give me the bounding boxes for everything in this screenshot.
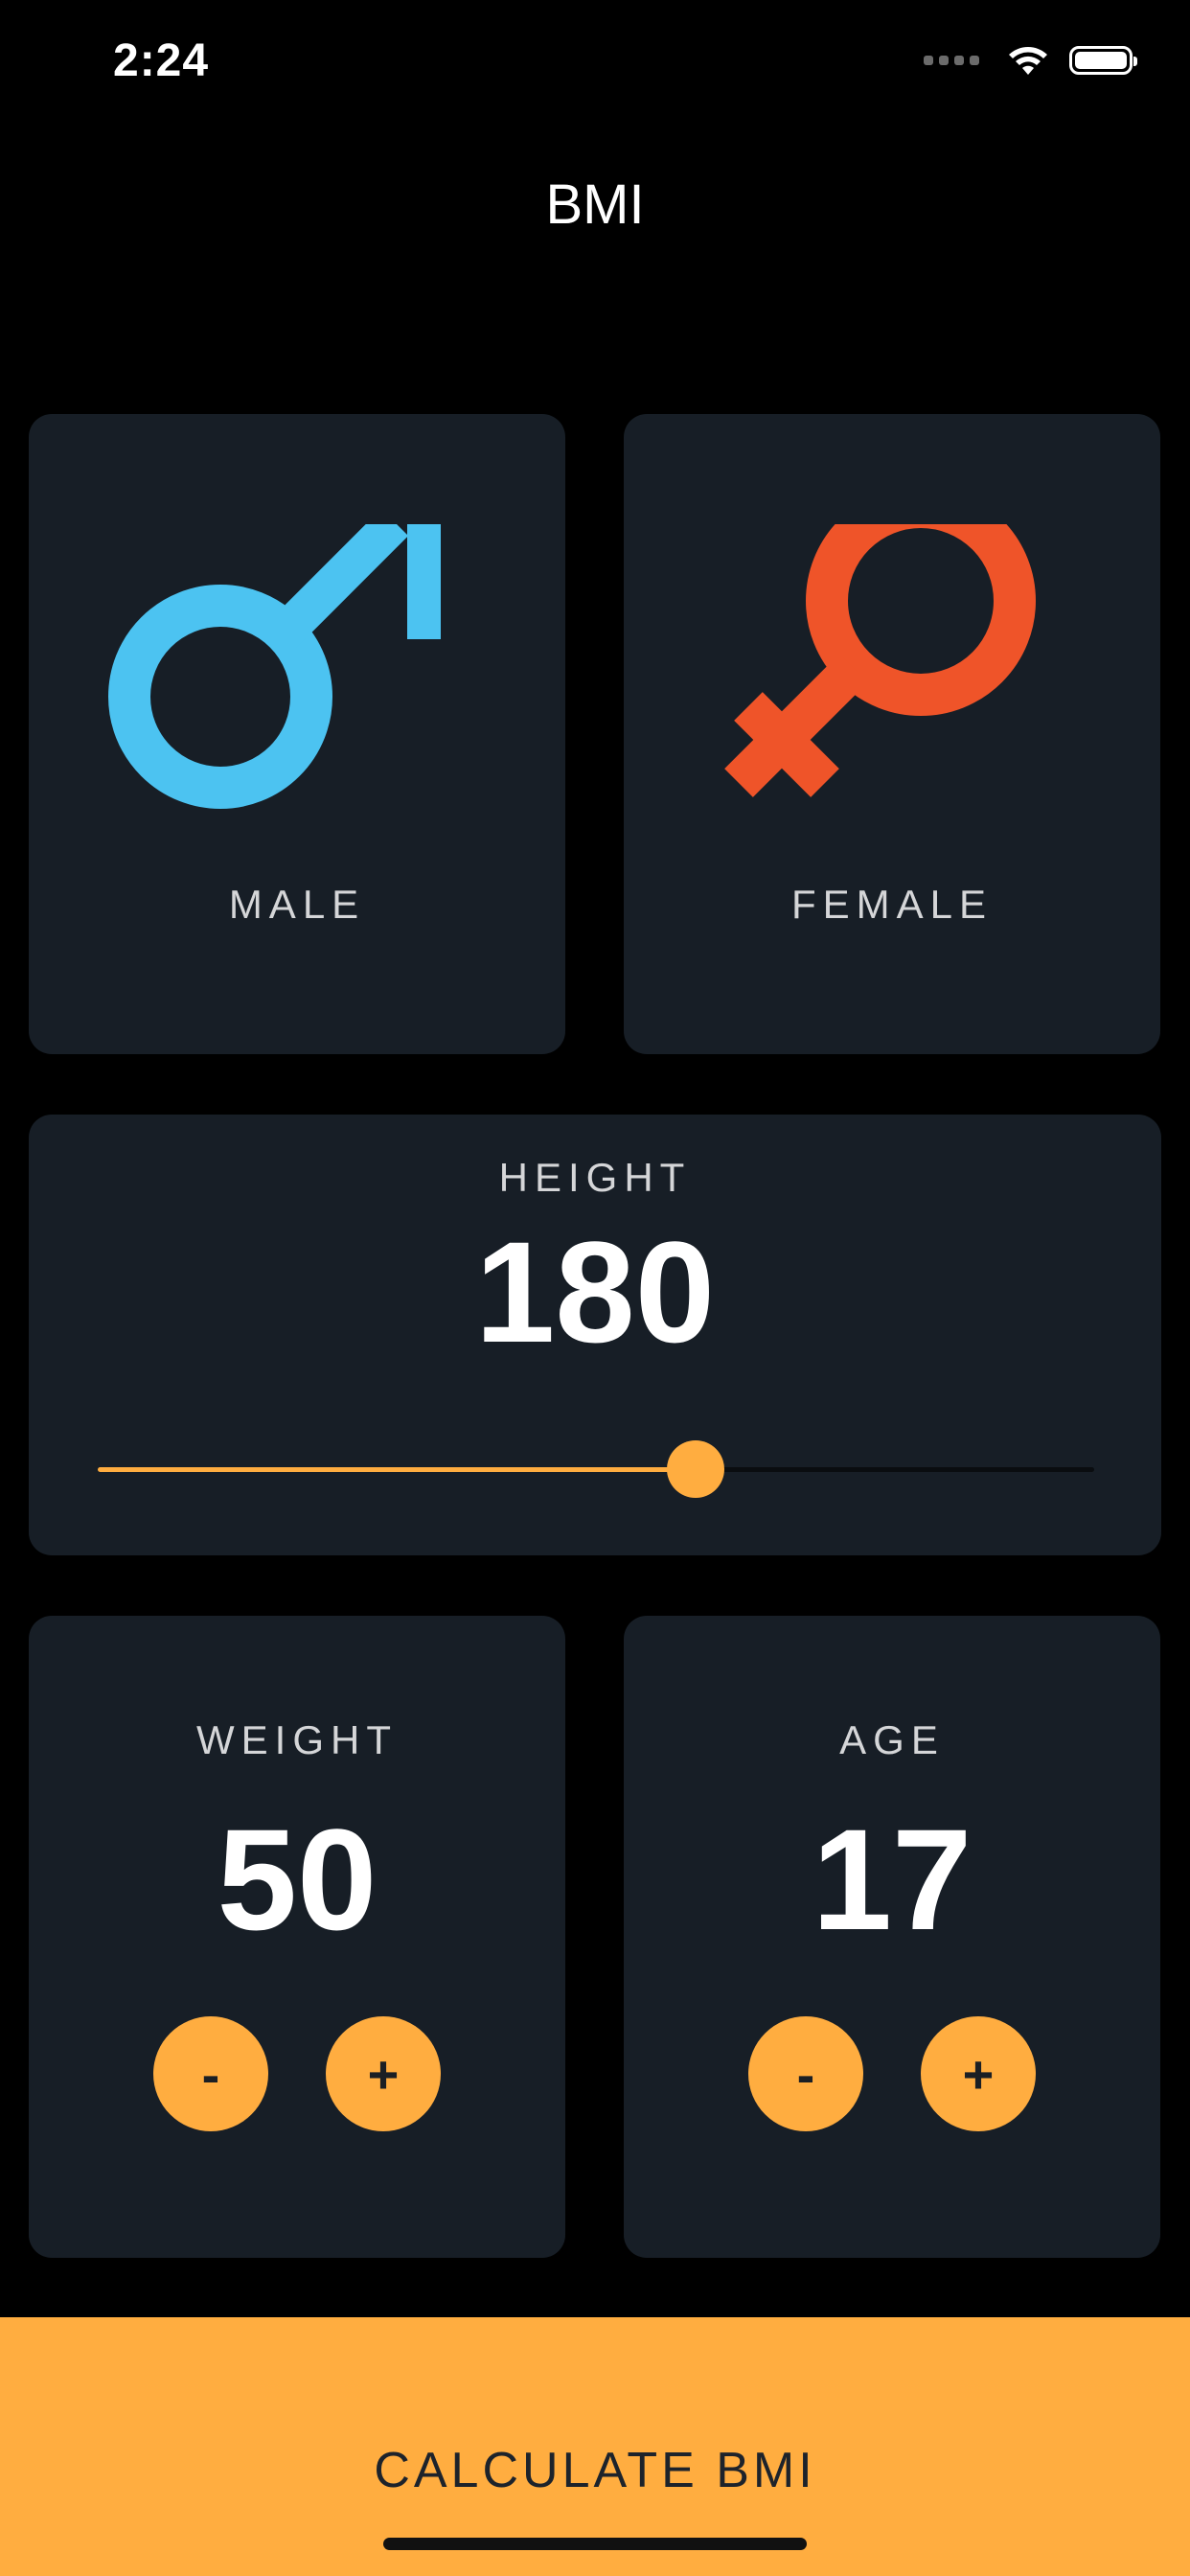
female-card[interactable]: FEMALE xyxy=(624,414,1160,1054)
female-symbol-icon xyxy=(724,524,1036,797)
weight-value: 50 xyxy=(217,1799,378,1960)
status-time: 2:24 xyxy=(113,35,210,86)
male-symbol-icon xyxy=(108,524,441,809)
height-slider-fill xyxy=(98,1467,696,1472)
weight-card: WEIGHT 50 - + xyxy=(29,1616,565,2258)
height-card: HEIGHT 180 xyxy=(29,1115,1161,1555)
age-label: AGE xyxy=(839,1717,945,1762)
age-value: 17 xyxy=(812,1799,973,1960)
female-label: FEMALE xyxy=(790,882,994,927)
height-label: HEIGHT xyxy=(498,1155,692,1200)
male-card[interactable]: MALE xyxy=(29,414,565,1054)
home-indicator xyxy=(383,2538,807,2550)
status-icons xyxy=(924,44,1137,77)
page-title: BMI xyxy=(545,173,645,236)
height-value: 180 xyxy=(474,1211,716,1372)
weight-decrement-button[interactable]: - xyxy=(153,2016,268,2131)
age-decrement-button[interactable]: - xyxy=(748,2016,863,2131)
height-slider-thumb[interactable] xyxy=(667,1440,724,1498)
male-label: MALE xyxy=(228,882,366,927)
signal-icon xyxy=(924,56,979,65)
age-increment-button[interactable]: + xyxy=(921,2016,1036,2131)
weight-label: WEIGHT xyxy=(196,1717,398,1762)
wifi-icon xyxy=(1009,47,1047,75)
height-slider[interactable] xyxy=(98,1440,1094,1498)
calculate-bmi-label: CALCULATE BMI xyxy=(374,2443,816,2498)
weight-increment-button[interactable]: + xyxy=(326,2016,441,2131)
battery-icon xyxy=(1069,46,1137,75)
age-card: AGE 17 - + xyxy=(624,1616,1160,2258)
